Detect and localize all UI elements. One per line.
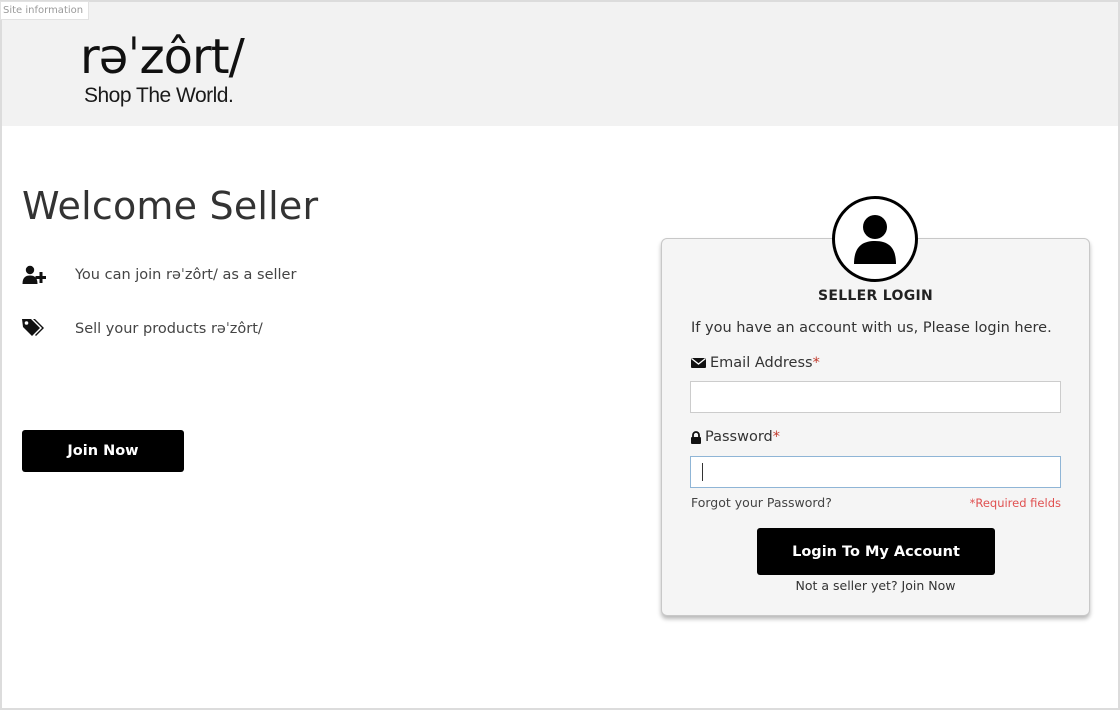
join-now-link[interactable]: Not a seller yet? Join Now [661, 577, 1090, 595]
lock-icon [691, 430, 701, 444]
feature-text: Sell your products rəˈzôrt/ [75, 321, 263, 337]
feature-text: You can join rəˈzôrt/ as a seller [75, 267, 297, 283]
text-caret [702, 463, 703, 481]
email-label-text: Email Address [710, 355, 813, 371]
required-fields-note: *Required fields [969, 496, 1061, 510]
password-label-text: Password [705, 429, 773, 445]
email-label: Email Address * [691, 353, 820, 373]
envelope-icon [691, 357, 706, 369]
password-label: Password * [691, 427, 780, 447]
logo-wordmark: rəˈzôrt/ [80, 29, 245, 85]
tags-icon [22, 317, 46, 341]
user-plus-icon [22, 263, 46, 287]
login-intro: If you have an account with us, Please l… [691, 320, 1052, 336]
site-logo[interactable]: rəˈzôrt/ Shop The World. [80, 30, 280, 112]
feature-sell-products: Sell your products rəˈzôrt/ [22, 317, 263, 341]
welcome-title: Welcome Seller [22, 184, 319, 228]
required-asterisk: * [812, 355, 820, 371]
user-icon [832, 196, 918, 282]
logo-tagline: Shop The World. [84, 84, 234, 107]
login-submit-button[interactable]: Login To My Account [757, 528, 995, 575]
feature-join-seller: You can join rəˈzôrt/ as a seller [22, 263, 296, 287]
site-information-tab[interactable]: Site information [0, 1, 90, 20]
required-asterisk: * [772, 429, 780, 445]
site-header: rəˈzôrt/ Shop The World. [2, 2, 1118, 126]
password-field[interactable] [690, 456, 1061, 488]
email-field[interactable] [690, 381, 1061, 413]
forgot-password-link[interactable]: Forgot your Password? [691, 494, 832, 512]
login-title: SELLER LOGIN [817, 288, 934, 304]
join-now-button[interactable]: Join Now [22, 430, 184, 472]
